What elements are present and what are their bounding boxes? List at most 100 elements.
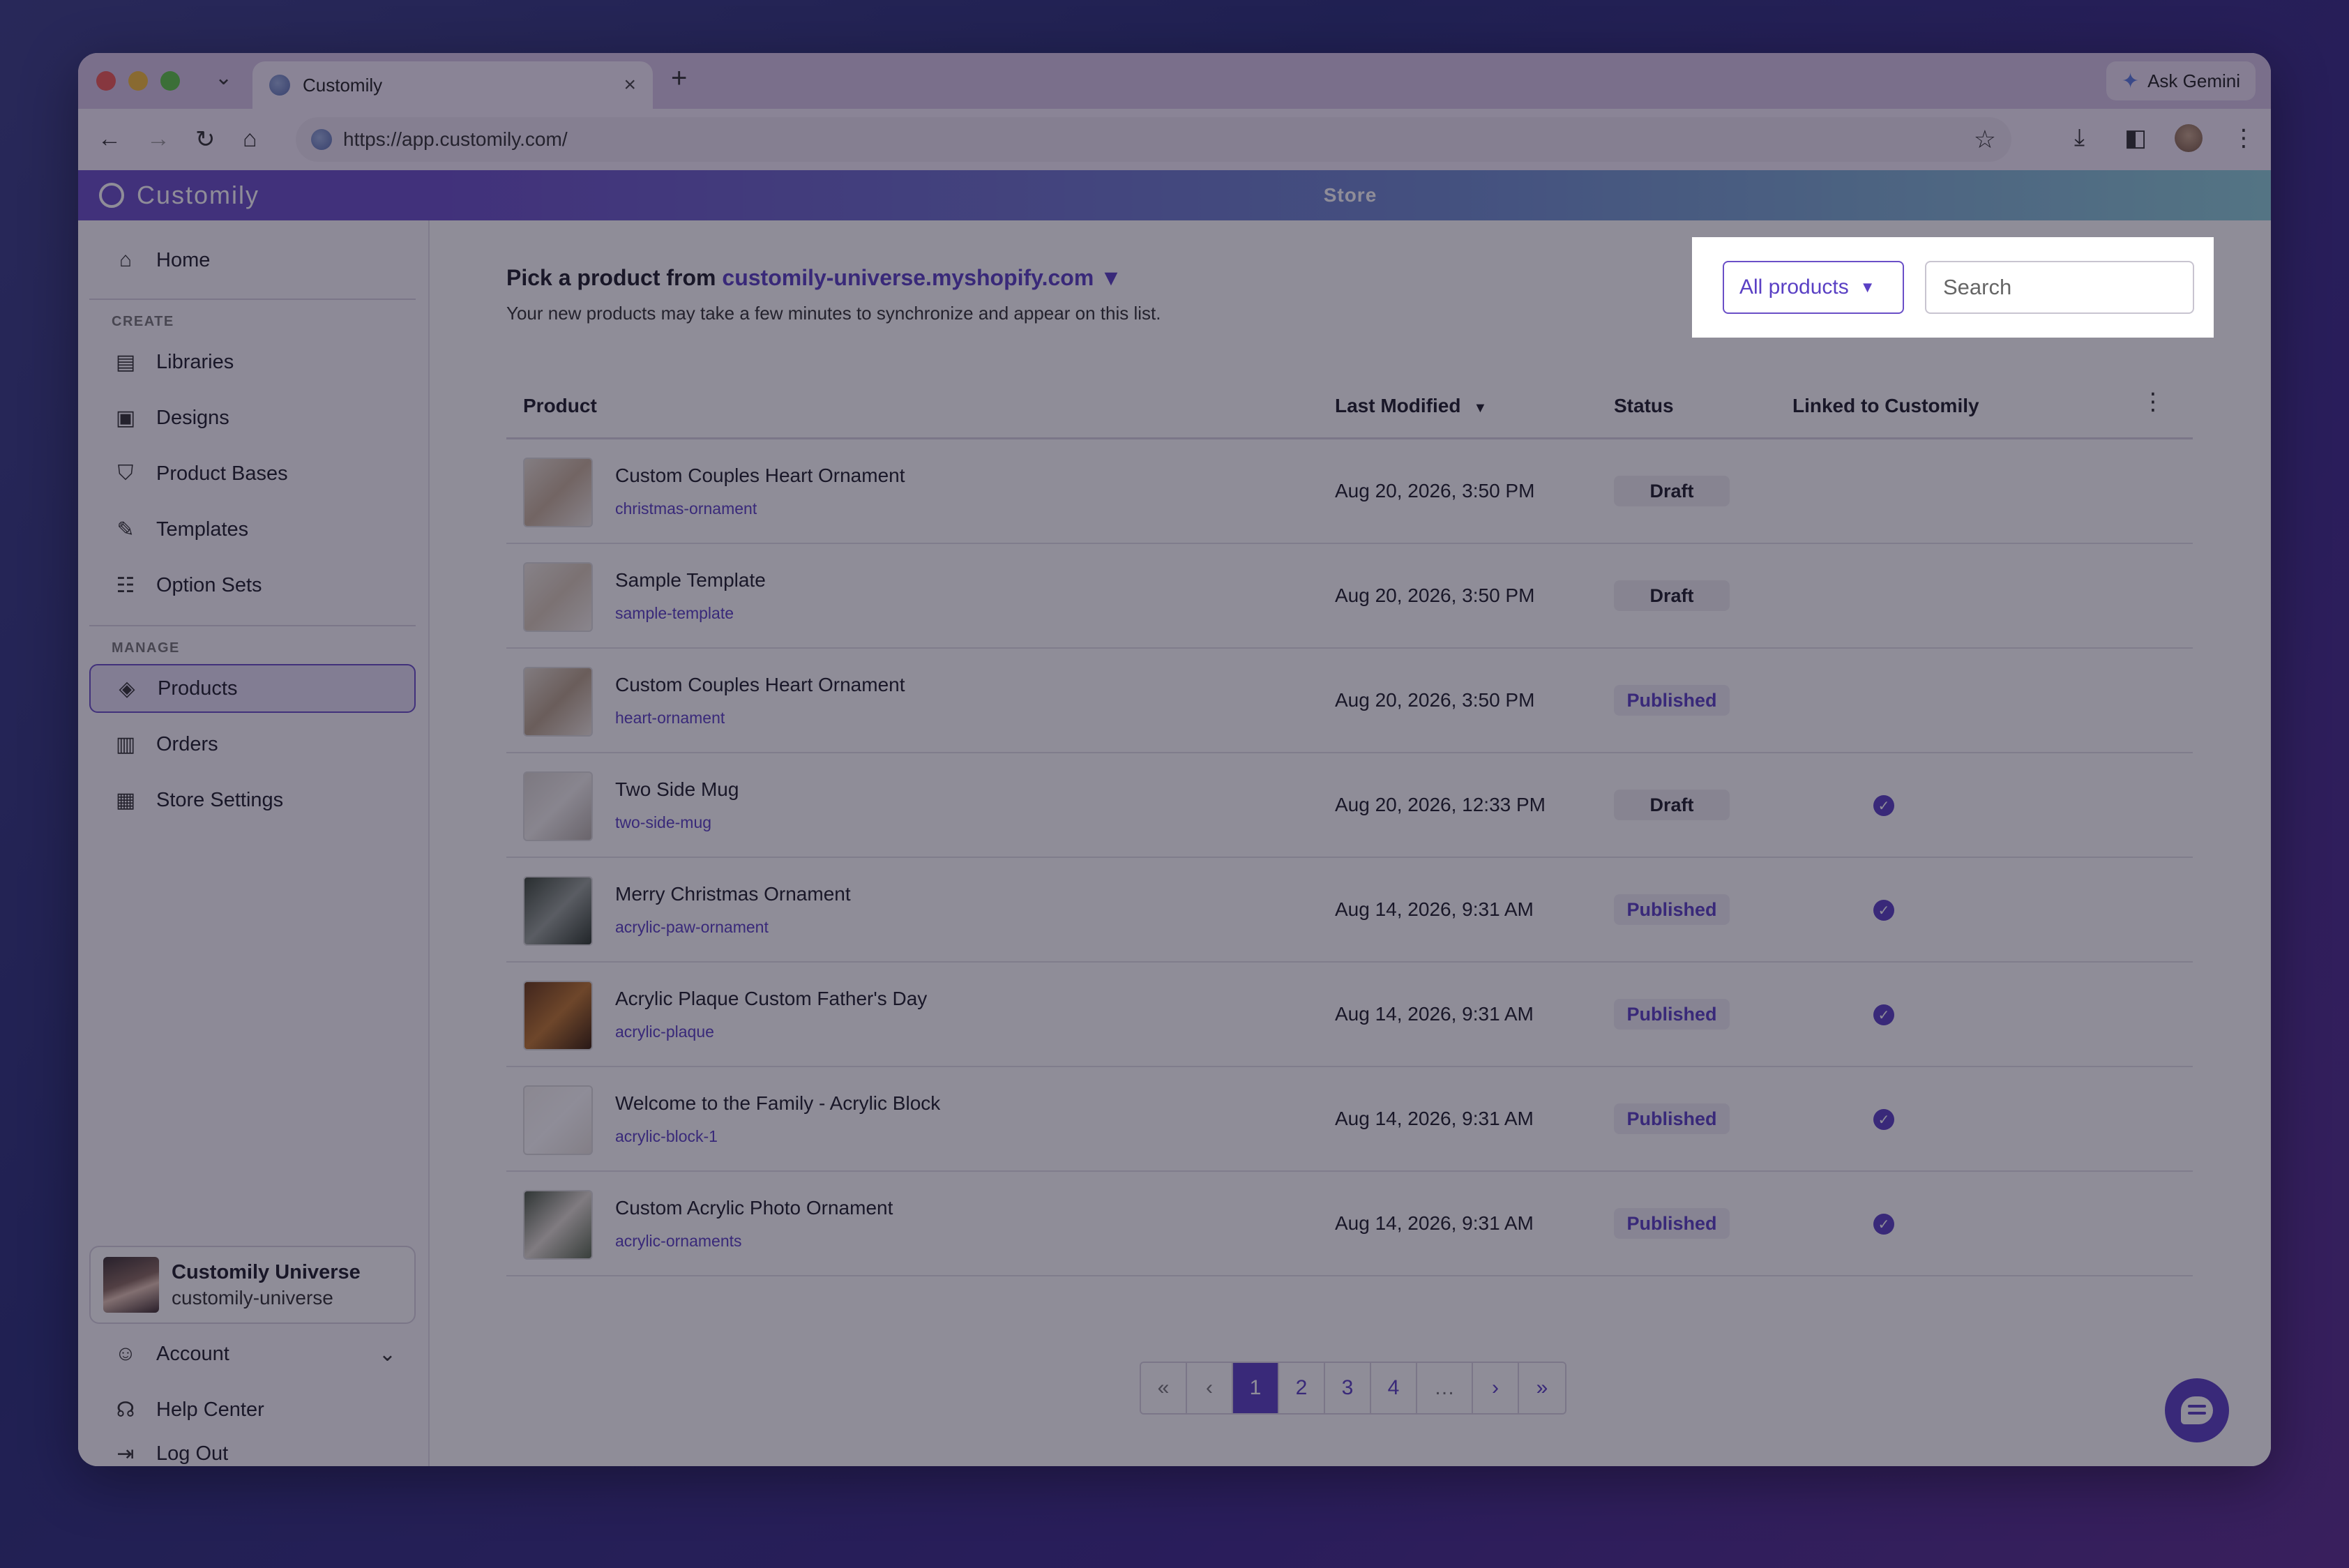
libraries-icon: ▤ (115, 350, 136, 374)
sidebar-item-label: Help Center (156, 1398, 264, 1421)
chevron-down-icon[interactable]: ⌄ (379, 1342, 396, 1366)
site-info-icon[interactable] (311, 129, 332, 150)
sort-down-icon[interactable]: ▼ (1473, 400, 1487, 416)
minimize-window-button[interactable] (128, 71, 148, 91)
sidebar-item-log-out[interactable]: ⇥ Log Out (89, 1441, 416, 1466)
product-handle[interactable]: sample-template (615, 604, 734, 623)
sidebar-item-label: Products (158, 677, 238, 700)
product-name[interactable]: Custom Couples Heart Ornament (615, 465, 905, 487)
status-badge: Published (1614, 1103, 1730, 1134)
maximize-window-button[interactable] (160, 71, 180, 91)
forward-arrow-icon[interactable]: → (146, 126, 170, 153)
column-last-modified[interactable]: Last Modified ▼ (1335, 395, 1487, 417)
product-name[interactable]: Custom Couples Heart Ornament (615, 674, 905, 696)
table-row[interactable]: Two Side Mug two-side-mug Aug 20, 2026, … (506, 753, 2193, 858)
ask-gemini-button[interactable]: ✦ Ask Gemini (2106, 61, 2256, 100)
table-row[interactable]: Custom Couples Heart Ornament christmas-… (506, 439, 2193, 544)
product-name[interactable]: Welcome to the Family - Acrylic Block (615, 1092, 940, 1115)
column-status[interactable]: Status (1614, 395, 1674, 417)
table-row[interactable]: Custom Acrylic Photo Ornament acrylic-or… (506, 1172, 2193, 1276)
profile-avatar[interactable] (2175, 124, 2203, 152)
table-row[interactable]: Merry Christmas Ornament acrylic-paw-orn… (506, 858, 2193, 963)
product-name[interactable]: Merry Christmas Ornament (615, 883, 851, 905)
option-sets-icon: ☷ (116, 573, 135, 597)
tab-search-icon[interactable]: ⌄ (215, 66, 232, 90)
product-handle[interactable]: acrylic-ornaments (615, 1232, 742, 1251)
sidebar-item-products[interactable]: ◈ Products (89, 664, 416, 713)
product-name[interactable]: Two Side Mug (615, 778, 739, 801)
url-text: https://app.customily.com/ (343, 128, 568, 150)
column-product[interactable]: Product (523, 395, 597, 417)
search-input[interactable] (1925, 261, 2194, 314)
sidebar-item-label: Log Out (156, 1442, 229, 1465)
first-page-button[interactable]: « (1141, 1363, 1187, 1413)
home-browser-icon[interactable]: ⌂ (243, 126, 257, 153)
sidebar-item-orders[interactable]: ▥ Orders (89, 720, 416, 769)
sidebar-item-label: Store Settings (156, 788, 284, 811)
browser-menu-icon[interactable]: ⋮ (2232, 124, 2256, 152)
product-handle[interactable]: acrylic-block-1 (615, 1127, 718, 1146)
table-row[interactable]: Custom Couples Heart Ornament heart-orna… (506, 649, 2193, 753)
product-thumbnail (523, 1085, 593, 1155)
sidebar-item-libraries[interactable]: ▤ Libraries (89, 338, 416, 386)
browser-tab[interactable]: Customily × (252, 61, 653, 109)
headset-icon: ☊ (116, 1398, 135, 1422)
product-thumbnail (523, 771, 593, 841)
sidebar-item-product-bases[interactable]: ⛉ Product Bases (89, 449, 416, 498)
table-row[interactable]: Sample Template sample-template Aug 20, … (506, 544, 2193, 649)
next-page-button[interactable]: › (1473, 1363, 1519, 1413)
address-bar[interactable]: https://app.customily.com/ ☆ (296, 117, 2011, 162)
sidebar-item-templates[interactable]: ✎ Templates (89, 505, 416, 554)
page-button-3[interactable]: 3 (1325, 1363, 1371, 1413)
sidebar-item-home[interactable]: ⌂ Home (89, 236, 416, 285)
bookmark-star-icon[interactable]: ☆ (1974, 125, 1996, 154)
close-tab-icon[interactable]: × (624, 73, 636, 97)
prev-page-button[interactable]: ‹ (1187, 1363, 1233, 1413)
account-handle: customily-universe (172, 1286, 333, 1309)
product-handle[interactable]: acrylic-plaque (615, 1023, 714, 1041)
sidebar-item-label: Product Bases (156, 462, 288, 485)
table-row[interactable]: Welcome to the Family - Acrylic Block ac… (506, 1067, 2193, 1172)
page-button-4[interactable]: 4 (1371, 1363, 1417, 1413)
product-name[interactable]: Custom Acrylic Photo Ornament (615, 1197, 893, 1219)
column-linked[interactable]: Linked to Customily (1792, 395, 1979, 417)
product-thumbnail (523, 458, 593, 527)
customily-app: Customily ⌂ Home CREATE ▤ Libraries ▣ De… (78, 170, 2271, 1466)
chat-support-button[interactable] (2165, 1378, 2229, 1442)
page-button-2[interactable]: 2 (1279, 1363, 1325, 1413)
sidebar-item-account[interactable]: ☺ Account ⌄ (89, 1329, 416, 1378)
linked-check-icon: ✓ (1873, 1214, 1894, 1235)
sidebar-item-help-center[interactable]: ☊ Help Center (89, 1385, 416, 1434)
product-name[interactable]: Sample Template (615, 569, 766, 591)
page-button-1[interactable]: 1 (1233, 1363, 1279, 1413)
avatar (103, 1257, 159, 1313)
last-page-button[interactable]: » (1519, 1363, 1565, 1413)
product-thumbnail (523, 667, 593, 737)
product-filter-dropdown[interactable]: All products ▼ (1723, 261, 1904, 314)
back-arrow-icon[interactable]: ← (98, 126, 121, 153)
sidebar-divider (89, 299, 416, 300)
close-window-button[interactable] (96, 71, 116, 91)
more-options-icon[interactable]: ⋮ (2141, 388, 2165, 416)
product-handle[interactable]: heart-ornament (615, 709, 725, 728)
last-modified: Aug 14, 2026, 9:31 AM (1335, 1003, 1534, 1025)
table-row[interactable]: Acrylic Plaque Custom Father's Day acryl… (506, 963, 2193, 1067)
reload-icon[interactable]: ↻ (195, 126, 216, 153)
store-selector-link[interactable]: customily-universe.myshopify.com ▼ (722, 265, 1121, 290)
status-badge: Draft (1614, 580, 1730, 611)
download-icon[interactable]: ⤓ (2074, 124, 2085, 151)
sidebar-item-option-sets[interactable]: ☷ Option Sets (89, 561, 416, 610)
account-name: Customily Universe (172, 1260, 361, 1283)
product-handle[interactable]: two-side-mug (615, 813, 711, 832)
side-panel-icon[interactable]: ◧ (2124, 124, 2147, 152)
page-ellipsis: … (1417, 1363, 1473, 1413)
product-handle[interactable]: acrylic-paw-ornament (615, 918, 769, 937)
product-name[interactable]: Acrylic Plaque Custom Father's Day (615, 988, 927, 1010)
status-badge: Published (1614, 1208, 1730, 1239)
sidebar-item-store-settings[interactable]: ▦ Store Settings (89, 776, 416, 824)
account-card[interactable]: Customily Universe customily-universe (89, 1246, 416, 1324)
new-tab-button[interactable]: + (671, 63, 687, 94)
product-thumbnail (523, 1190, 593, 1260)
product-handle[interactable]: christmas-ornament (615, 499, 757, 518)
sidebar-item-designs[interactable]: ▣ Designs (89, 393, 416, 442)
